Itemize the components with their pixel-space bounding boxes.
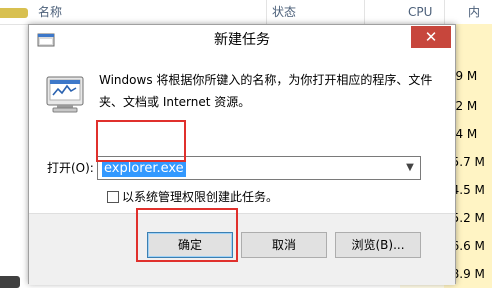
process-icon: [0, 8, 28, 18]
admin-checkbox-label: 以系统管理权限创建此任务。: [122, 190, 279, 204]
browse-button[interactable]: 浏览(B)...: [335, 232, 421, 258]
column-memory[interactable]: 内: [468, 0, 480, 24]
column-name[interactable]: 名称: [38, 0, 62, 24]
open-label: 打开(O):: [47, 161, 94, 175]
cancel-button[interactable]: 取消: [241, 232, 327, 258]
dialog-body: Windows 将根据你所键入的名称，为你打开相应的程序、文件夹、文档或 Int…: [29, 55, 455, 213]
dialog-footer: 确定 取消 浏览(B)...: [29, 213, 455, 285]
dialog-title: 新建任务: [214, 32, 270, 48]
task-manager-header: 名称 状态 CPU 内: [0, 0, 492, 25]
open-input-value[interactable]: explorer.exe: [102, 160, 186, 177]
annotation-highlight-input: [96, 120, 186, 162]
process-icon: [0, 276, 20, 288]
column-cpu[interactable]: CPU: [408, 0, 432, 24]
close-icon: ✕: [424, 28, 438, 46]
close-button[interactable]: ✕: [411, 26, 451, 48]
dialog-description: Windows 将根据你所键入的名称，为你打开相应的程序、文件夹、文档或 Int…: [99, 73, 433, 109]
admin-checkbox-row[interactable]: 以系统管理权限创建此任务。: [107, 189, 278, 205]
annotation-highlight-ok: [136, 208, 238, 262]
column-status[interactable]: 状态: [272, 0, 296, 24]
create-task-dialog: 新建任务 ✕ Windows 将根据你所键入的名称，为你打开相应的程序、文件夹、…: [28, 24, 456, 285]
chevron-down-icon[interactable]: ▼: [404, 161, 416, 175]
dialog-titlebar[interactable]: 新建任务 ✕: [29, 25, 455, 55]
run-program-icon: [46, 76, 84, 113]
admin-checkbox[interactable]: [107, 191, 119, 203]
